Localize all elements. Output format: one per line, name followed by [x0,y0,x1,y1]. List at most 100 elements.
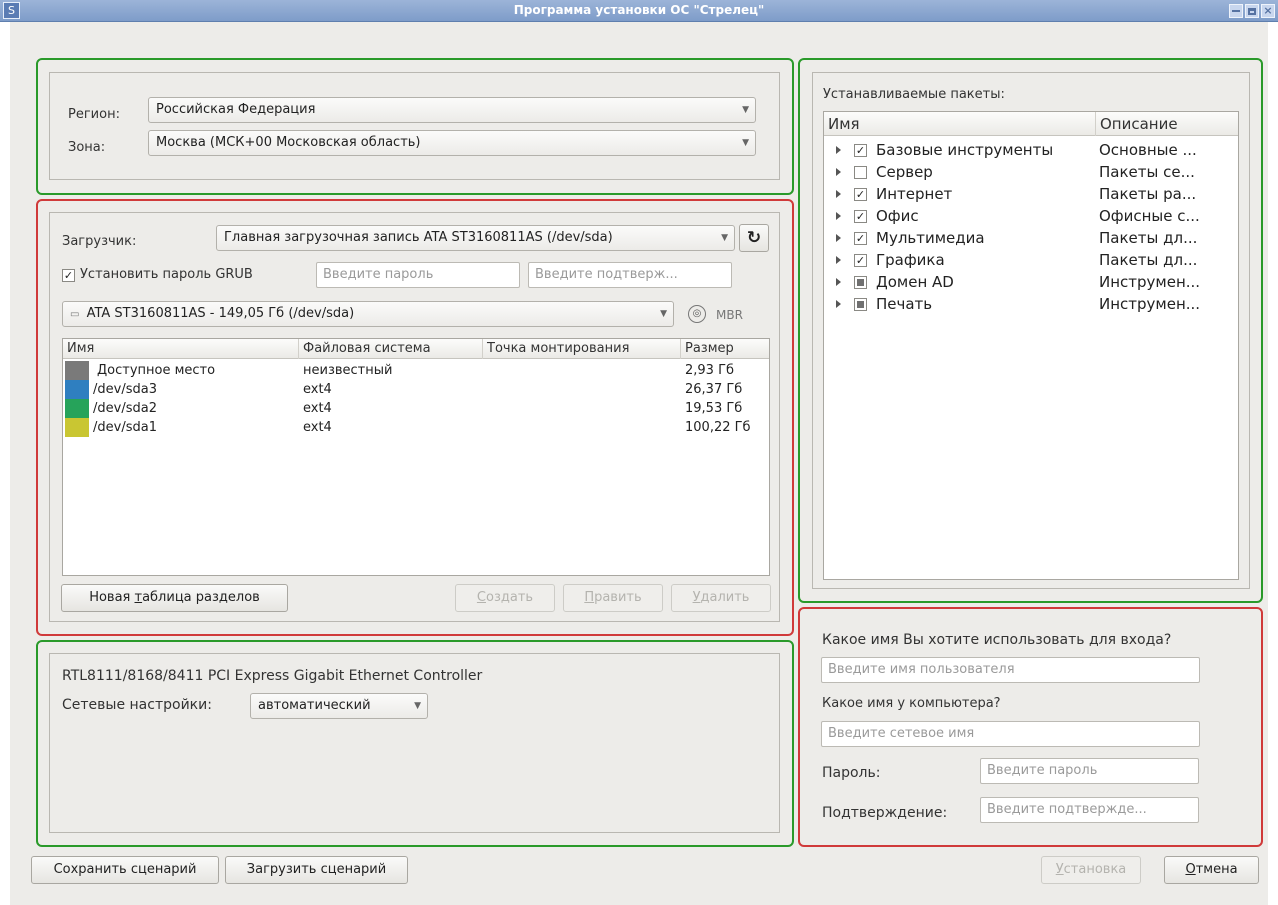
package-row[interactable]: Домен AD Инструмен... [824,272,1238,294]
package-checkbox[interactable]: ✓ [854,254,867,267]
partition-name: /dev/sda1 [93,420,157,435]
username-input[interactable]: Введите имя пользователя [821,657,1200,683]
package-checkbox[interactable]: ✓ [854,144,867,157]
edit-mnemonic: П [584,590,595,605]
partition-fs: ext4 [303,401,332,416]
package-row[interactable]: ✓ Офис Офисные с... [824,206,1238,228]
package-checkbox[interactable] [854,298,867,311]
col-package-name[interactable]: Имя [824,112,1096,136]
partition-color [65,361,89,380]
expand-arrow-icon[interactable] [836,300,841,308]
col-filesystem[interactable]: Файловая система [299,339,483,359]
hostname-input[interactable]: Введите сетевое имя [821,721,1200,747]
package-description: Пакеты се... [1099,163,1195,181]
refresh-button[interactable]: ↻ [739,224,769,252]
confirm-input[interactable]: Введите подтвержде... [980,797,1199,823]
grub-password-input[interactable]: Введите пароль [316,262,520,288]
save-scenario-button[interactable]: Сохранить сценарий [31,856,219,884]
partition-size: 100,22 Гб [685,420,751,435]
region-combo[interactable]: Российская Федерация ▼ [148,97,756,123]
expand-arrow-icon[interactable] [836,212,841,220]
packages-tree[interactable]: Имя Описание ✓ Базовые инструменты Основны… [823,111,1239,580]
close-icon[interactable]: × [1261,4,1275,18]
col-size[interactable]: Размер [681,339,769,359]
set-grub-password-label[interactable]: Установить пароль GRUB [80,267,253,282]
partition-fs: ext4 [303,382,332,397]
zone-label: Зона: [68,140,106,155]
region-panel: Регион: Российская Федерация ▼ Зона: Мос… [49,72,780,180]
partition-table-type: MBR [716,308,743,322]
cancel-button[interactable]: Отмена [1164,856,1259,884]
package-checkbox[interactable] [854,276,867,289]
set-grub-password-checkbox[interactable]: ✓ [62,269,75,282]
title-bar[interactable]: S Программа установки ОС "Стрелец" × [0,0,1278,22]
expand-arrow-icon[interactable] [836,168,841,176]
region-label: Регион: [68,107,120,122]
cancel-mnemonic: О [1185,862,1196,877]
load-scenario-button[interactable]: Загрузить сценарий [225,856,408,884]
expand-arrow-icon[interactable] [836,278,841,286]
confirm-label: Подтверждение: [822,805,948,821]
package-row[interactable]: Печать Инструмен... [824,294,1238,316]
partition-size: 26,37 Гб [685,382,743,397]
network-settings-combo[interactable]: автоматический ▼ [250,693,428,719]
expand-arrow-icon[interactable] [836,256,841,264]
delete-partition-button[interactable]: Удалить [671,584,771,612]
col-package-description[interactable]: Описание [1096,112,1238,136]
package-row[interactable]: ✓ Графика Пакеты дл... [824,250,1238,272]
package-checkbox[interactable]: ✓ [854,188,867,201]
new-table-label-suffix: аблица разделов [142,590,260,605]
expand-arrow-icon[interactable] [836,190,841,198]
mbr-icon[interactable]: ◎ [688,305,706,323]
package-name: Печать [876,295,933,313]
package-checkbox[interactable]: ✓ [854,210,867,223]
password-input[interactable]: Введите пароль [980,758,1199,784]
partition-fs: ext4 [303,420,332,435]
col-name[interactable]: Имя [63,339,299,359]
package-description: Пакеты ра... [1099,185,1197,203]
partition-name: /dev/sda2 [93,401,157,416]
partition-size: 2,93 Гб [685,363,735,378]
partition-color [65,418,89,437]
partition-color [65,380,89,399]
package-row[interactable]: ✓ Базовые инструменты Основные ... [824,140,1238,162]
package-row[interactable]: Сервер Пакеты се... [824,162,1238,184]
disk-icon: ▭ [70,309,80,320]
package-row[interactable]: ✓ Интернет Пакеты ра... [824,184,1238,206]
chevron-down-icon: ▼ [742,138,749,148]
edit-partition-button[interactable]: Править [563,584,663,612]
partition-size: 19,53 Гб [685,401,743,416]
edit-label: равить [594,590,642,605]
expand-arrow-icon[interactable] [836,146,841,154]
install-button[interactable]: Установка [1041,856,1141,884]
new-table-label-prefix: Новая [89,590,135,605]
package-name: Мультимедиа [876,229,985,247]
package-row[interactable]: ✓ Мультимедиа Пакеты дл... [824,228,1238,250]
new-partition-table-button[interactable]: Новая таблица разделов [61,584,288,612]
package-name: Графика [876,251,945,269]
delete-label: далить [700,590,750,605]
partition-table-header: Имя Файловая система Точка монтирования … [63,339,769,359]
partition-table[interactable]: Имя Файловая система Точка монтирования … [62,338,770,576]
package-checkbox[interactable]: ✓ [854,232,867,245]
disk-combo[interactable]: ▭ ATA ST3160811AS - 149,05 Гб (/dev/sda)… [62,301,674,327]
zone-combo[interactable]: Москва (МСК+00 Московская область) ▼ [148,130,756,156]
partition-name: Доступное место [97,363,216,378]
network-settings-value: автоматический [258,698,371,713]
package-description: Пакеты дл... [1099,229,1198,247]
expand-arrow-icon[interactable] [836,234,841,242]
col-mountpoint[interactable]: Точка монтирования [483,339,681,359]
minimize-icon[interactable] [1229,4,1243,18]
window-title: Программа установки ОС "Стрелец" [513,3,765,17]
bootloader-combo[interactable]: Главная загрузочная запись ATA ST3160811… [216,225,735,251]
grub-confirm-input[interactable]: Введите подтверж... [528,262,732,288]
package-checkbox[interactable] [854,166,867,179]
disk-panel: Загрузчик: Главная загрузочная запись AT… [49,212,780,622]
chevron-down-icon: ▼ [721,233,728,243]
network-settings-label: Сетевые настройки: [62,697,212,713]
chevron-down-icon: ▼ [660,309,667,319]
create-partition-button[interactable]: Создать [455,584,555,612]
packages-tree-header: Имя Описание [824,112,1238,136]
maximize-icon[interactable] [1245,4,1259,18]
package-name: Сервер [876,163,933,181]
